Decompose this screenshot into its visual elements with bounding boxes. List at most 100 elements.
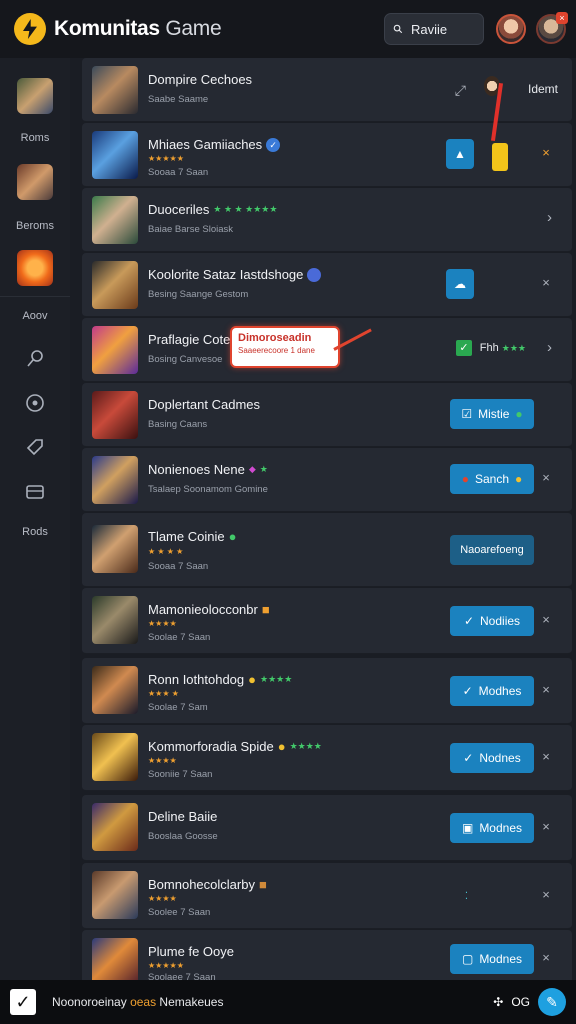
avatar-secondary[interactable]: × [536,12,568,44]
game-subtitle: Soolae 7 Saan [148,632,211,643]
sidebar-item-label[interactable]: Aoov [0,310,70,322]
list-item[interactable]: Mhiaes Gamiiaches ✓ ★★★★★ Sooaa 7 Saan ▲ … [82,83,572,187]
list-item[interactable]: Plume fe Ooye ★★★★★ Soolaee 7 Saan ▢ Modn… [82,930,572,980]
action-button[interactable]: ✓ Nodnes [450,743,534,773]
sidebar-game-thumb[interactable] [17,250,53,286]
close-icon[interactable]: × [540,471,552,484]
close-icon[interactable]: × [540,750,552,763]
game-subtitle: Saabe Saame [148,94,209,105]
rating-stars: ★★★★ [289,741,322,751]
game-title: Tlame Coinie ● [148,529,237,544]
game-thumbnail [92,326,138,374]
search-box[interactable] [384,13,484,45]
status-dot-icon: ● [228,529,237,544]
list-item[interactable]: Mamonieolocconbr ■ ★★★★ Soolae 7 Saan ✓ No… [82,588,572,654]
search-action-button[interactable]: ● Sanch ● [450,464,534,494]
chevron-right-icon[interactable]: › [547,210,552,225]
gamepad-icon[interactable]: ✣ [493,995,503,1009]
game-title: Mhiaes Gamiiaches ✓ [148,137,281,152]
rating-stars: ★★★ [501,343,526,353]
game-thumbnail [92,391,138,439]
tag-icon[interactable] [24,436,46,458]
list-item[interactable]: Deline Baiie Booslaa Goosse ▣ Modnes × [82,795,572,861]
chevron-right-icon[interactable]: › [547,340,552,355]
thumbs-up-icon: ▲ [454,147,466,161]
badge-icon: ■ [261,602,270,617]
loading-icon: ⁚ [464,891,468,902]
list-item[interactable]: Duoceriles ★ ★ ★ ★★★★ Baiae Barse Sloiask… [82,188,572,252]
game-thumbnail [92,66,138,114]
close-icon[interactable]: × [540,888,552,901]
game-thumbnail [92,456,138,504]
coin-icon: ● [515,472,523,486]
game-subtitle: Tsalaep Soonamom Gomine [148,484,268,495]
game-title: Dompire Cechoes [148,72,253,87]
game-title: Nonienoes Nene ◆ ★ [148,462,268,477]
cloud-button[interactable]: ☁ [446,269,474,299]
list-item[interactable]: Nonienoes Nene ◆ ★ Tsalaep Soonamom Gomine… [82,448,572,512]
verified-icon: ✓ [266,137,281,152]
sidebar-game-thumb[interactable] [17,78,53,114]
footer-text: Noonoroeinay oeas Nemakeues [52,995,224,1009]
action-button[interactable]: ✓ Modhes [450,676,534,706]
list-item[interactable]: Bomnohecolclarby ■ ★★★★ Soolee 7 Saan ⁚ × [82,863,572,929]
list-item[interactable]: Doplertant Cadmes Basing Caans ☑ Mistie ● [82,383,572,447]
action-button[interactable]: ☑ Mistie ● [450,399,534,429]
badge-icon [307,267,322,282]
search-icon [393,24,403,34]
check-icon[interactable]: ✓ [456,340,472,356]
select-all-checkbox[interactable]: ✓ [10,989,36,1015]
close-icon[interactable]: × [540,683,552,696]
rating-stars: ★★★★★ [148,961,184,970]
like-button[interactable]: ▲ [446,139,474,169]
sidebar-item-label[interactable]: Beroms [0,220,70,232]
rating-stars: ★★★★ [148,894,177,903]
sidebar-game-thumb[interactable] [17,164,53,200]
coin-icon: ● [248,672,256,687]
edit-button[interactable]: ✎ [538,988,566,1016]
app-title: Komunitas Game [54,17,222,40]
rating-stars: ★ ★ ★ ★★★★ [213,204,278,214]
sidebar-item-label[interactable]: Rods [0,526,70,538]
action-button[interactable]: ▣ Modnes [450,813,534,843]
game-subtitle: Baiae Barse Sloiask [148,224,234,235]
action-button[interactable]: ▢ Modnes [450,944,534,974]
game-thumbnail [92,525,138,573]
chat-icon: ▢ [461,952,474,966]
game-thumbnail [92,261,138,309]
app-header: Komunitas Game × [0,0,576,58]
rating-stars: ★ ★ ★ ★ [148,547,184,556]
key-icon[interactable] [24,348,46,370]
footer-actions: ✣ OG ✎ [493,988,566,1016]
game-list: Dompire Cechoes Saabe Saame ⤢ Idemt Mhia… [82,58,572,980]
search-input[interactable] [411,21,475,37]
avatar[interactable] [496,14,526,44]
pin-icon[interactable]: ⤢ [455,82,466,99]
close-icon[interactable]: × [540,146,552,159]
list-item[interactable]: Koolorite Sataz Iastdshoge Besing Saange… [82,253,572,317]
chest-icon[interactable] [24,480,46,502]
sidebar-item-label[interactable]: Roms [0,132,70,144]
game-title: Deline Baiie [148,809,218,824]
close-icon[interactable]: × [540,820,552,833]
action-button[interactable]: Naoarefoeng [450,535,534,565]
chat-icon[interactable] [24,392,46,414]
list-item[interactable]: Ronn Iothtohdog ● ★★★★ ★★★ ★ Soolae 7 Sam … [82,658,572,724]
list-item[interactable]: Tlame Coinie ● ★ ★ ★ ★ Sooaa 7 Saan Naoar… [82,513,572,587]
action-button[interactable]: ✓ Nodiies [450,606,534,636]
game-thumbnail [92,733,138,781]
record-icon: ● [461,472,469,486]
game-thumbnail [92,596,138,644]
close-icon[interactable]: × [540,276,552,289]
close-icon[interactable]: × [540,613,552,626]
divider [0,296,70,297]
list-item[interactable]: Kommorforadia Spide ● ★★★★ ★★★★ Sooniie 7 … [82,725,572,791]
game-title: Plume fe Ooye [148,944,234,959]
close-icon[interactable]: × [540,951,552,964]
game-title: Mamonieolocconbr ■ [148,602,270,617]
game-subtitle: Besing Saange Gestom [148,289,249,300]
check-icon: ☑ [461,407,473,421]
identity-label[interactable]: Idemt [528,82,558,96]
close-icon[interactable]: × [556,12,568,24]
rating-stars: ★★★★ [148,619,177,628]
